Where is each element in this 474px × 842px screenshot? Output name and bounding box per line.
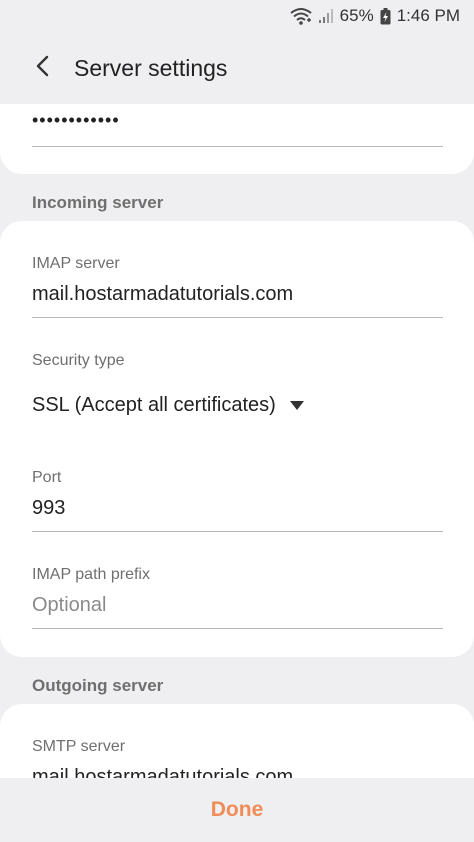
battery-charging-icon [380, 7, 391, 25]
imap-path-prefix-field[interactable]: Optional [32, 594, 442, 617]
port-field[interactable]: 993 [32, 497, 442, 520]
outgoing-server-header: Outgoing server [32, 676, 164, 695]
smtp-server-field[interactable]: mail.hostarmadatutorials.com [32, 766, 442, 778]
page-title: Server settings [74, 54, 228, 81]
back-arrow-icon [35, 55, 49, 82]
bottom-action-bar: Done [0, 778, 474, 842]
incoming-server-card: IMAP server mail.hostarmadatutorials.com… [0, 221, 474, 657]
imap-server-label: IMAP server [32, 255, 120, 272]
port-label: Port [32, 469, 62, 486]
security-type-value: SSL (Accept all certificates) [32, 394, 276, 416]
done-button[interactable]: Done [187, 790, 288, 830]
status-bar: 65% 1:46 PM [0, 0, 474, 32]
dropdown-arrow-icon [289, 401, 304, 410]
port-underline [32, 531, 443, 532]
signal-icon [318, 8, 334, 24]
imap-server-underline [32, 317, 443, 318]
outgoing-server-card: SMTP server mail.hostarmadatutorials.com [0, 704, 474, 778]
account-card: •••••••••••• [0, 104, 474, 174]
app-header: Server settings [0, 32, 474, 104]
security-type-label: Security type [32, 352, 125, 369]
imap-server-field[interactable]: mail.hostarmadatutorials.com [32, 283, 442, 306]
imap-path-prefix-label: IMAP path prefix [32, 566, 150, 583]
wifi-icon [290, 7, 312, 25]
password-underline [32, 146, 443, 147]
settings-scroll-area[interactable]: •••••••••••• Incoming server IMAP server… [0, 104, 474, 778]
smtp-server-label: SMTP server [32, 738, 126, 755]
imap-path-prefix-underline [32, 628, 443, 629]
battery-percent: 65% [339, 6, 374, 25]
incoming-server-header: Incoming server [32, 193, 164, 212]
password-field[interactable]: •••••••••••• [32, 110, 442, 131]
clock: 1:46 PM [396, 6, 460, 25]
back-button[interactable] [20, 46, 64, 90]
security-type-dropdown[interactable]: SSL (Accept all certificates) [32, 394, 304, 417]
